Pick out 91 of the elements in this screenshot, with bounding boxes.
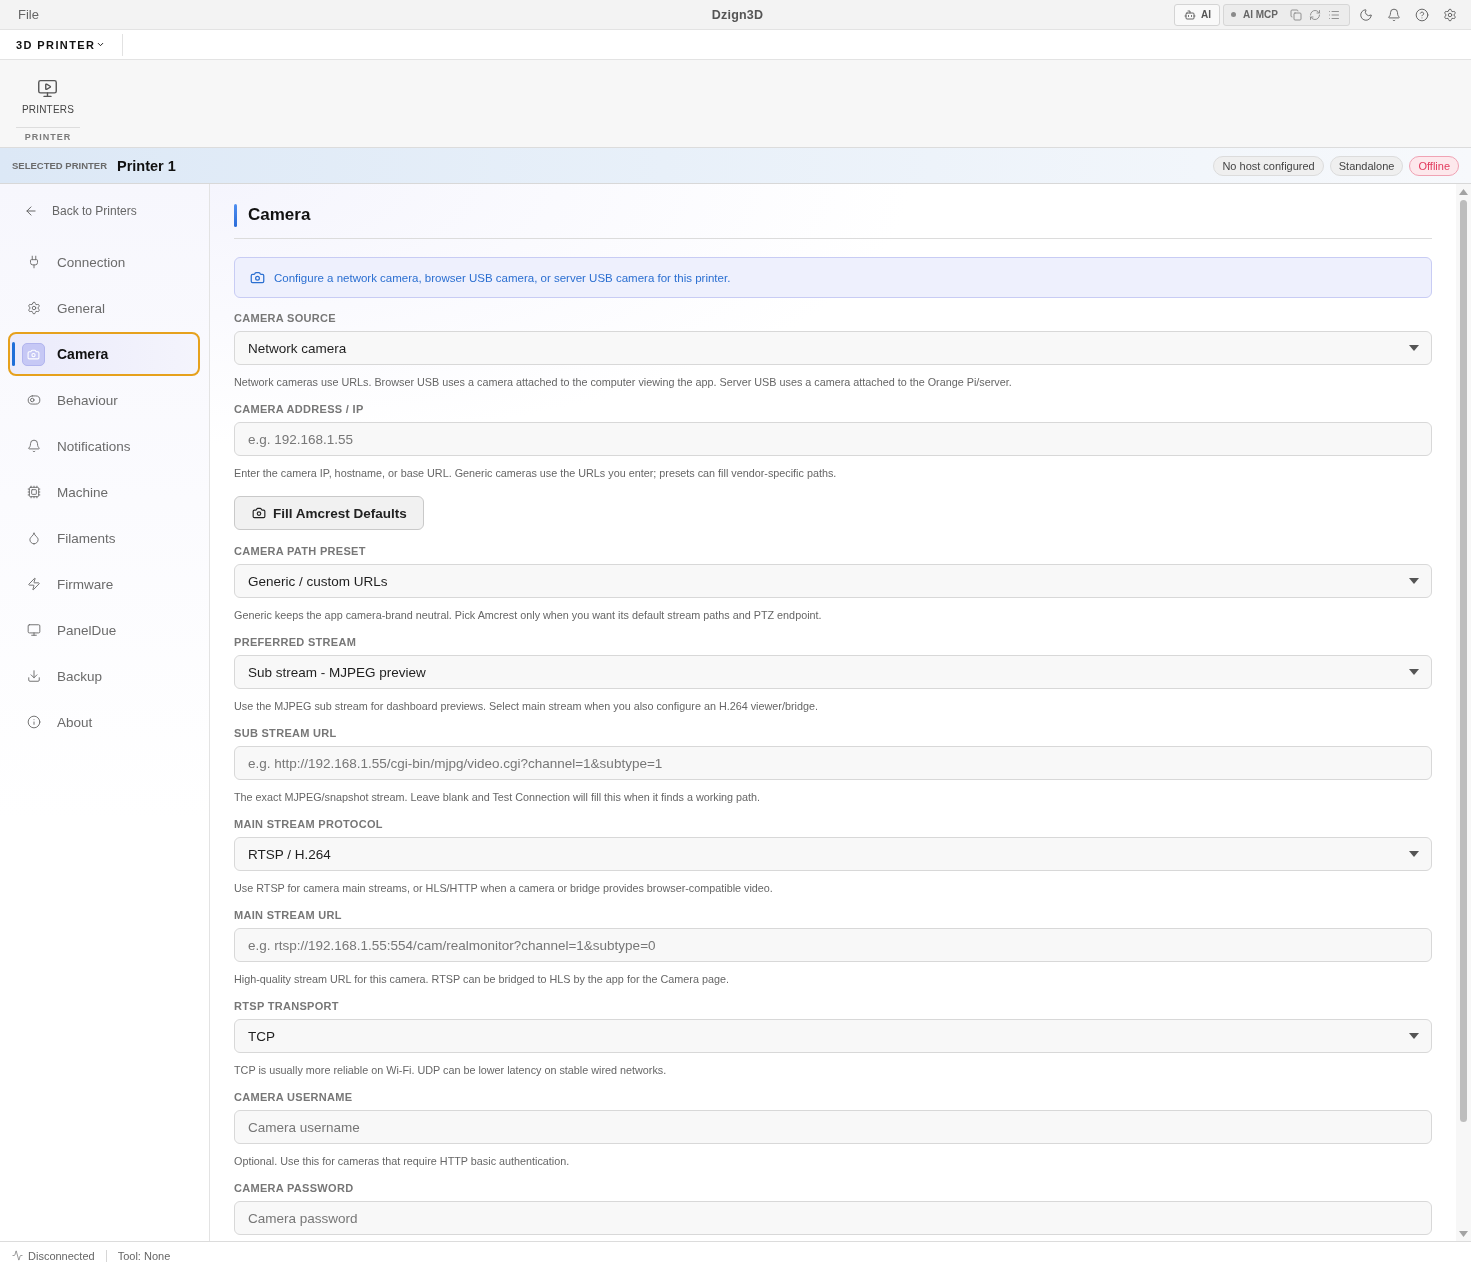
settings-icon[interactable] [1443,7,1457,22]
settings-icon [26,301,41,315]
sidebar-item[interactable]: Firmware [8,562,200,606]
help-text: Network cameras use URLs. Browser USB uses a camera attached to the computer viewing the app. Server USB uses a camera attached to the Orange Pi/server. [234,375,1013,389]
field-label: CAMERA SOURCE [234,312,337,325]
back-link[interactable]: Back to Printers [0,197,209,225]
chevron-down-icon [96,40,106,49]
sidebar-item[interactable]: Connection [8,240,200,284]
accent-bar [234,203,237,227]
caret-icon [1409,669,1419,675]
tool-status: Tool: None [117,1249,171,1262]
copy-icon[interactable] [1290,8,1302,21]
lightning-icon [26,577,41,591]
refresh-icon[interactable] [1309,8,1321,21]
input-field[interactable]: e.g. http://192.168.1.55/cgi-bin/mjpg/video.cgi?channel=1&subtype=1 [234,746,1432,780]
help-text: Optional. Use this for cameras that require HTTP basic authentication. [234,1154,571,1168]
help-text: High-quality stream URL for this camera. RTSP can be bridged to HLS by the app for the Camera page. [234,972,730,986]
fill-defaults-button[interactable]: Fill Amcrest Defaults [234,496,424,530]
field-label: PREFERRED STREAM [234,636,358,649]
caret-icon [1409,578,1419,584]
camera-icon [252,506,266,520]
help-text: Enter the camera IP, hostname, or base URL. Generic cameras use the URLs you enter; presets can fill vendor-specific paths. [234,466,838,480]
scroll-up-icon[interactable] [1459,189,1468,195]
help-text: Use RTSP for camera main streams, or HLS/HTTP when a camera or bridge provides browser-compatible video. [234,881,774,895]
status-badge: Offline [1409,155,1459,176]
file-menu[interactable]: File [18,7,39,22]
sidebar-item[interactable]: General [8,286,200,330]
mcp-label: AI MCP [1243,9,1278,20]
camera-icon [250,270,265,285]
field-label: CAMERA PATH PRESET [234,545,367,558]
status-badge: No host configured [1213,155,1324,176]
field-label: SUB STREAM URL [234,727,338,740]
moon-icon[interactable] [1359,7,1373,22]
select-field[interactable]: Generic / custom URLs [234,564,1432,598]
input-field[interactable]: e.g. rtsp://192.168.1.55:554/cam/realmonitor?channel=1&subtype=0 [234,928,1432,962]
selected-printer-label: SELECTED PRINTER [12,160,107,171]
monitor-icon [26,623,41,637]
sidebar-item[interactable]: Backup [8,654,200,698]
ai-button[interactable]: AI [1174,3,1220,26]
camera-icon [22,342,45,366]
sidebar-item[interactable]: PanelDue [8,608,200,652]
ribbon-button[interactable]: PRINTERS [17,76,79,118]
list-icon[interactable] [1328,8,1340,21]
window-title: Dzign3D [711,7,764,22]
sidebar-item[interactable]: Behaviour [8,378,200,422]
droplet-icon [26,531,41,545]
sidebar-item[interactable]: About [8,700,200,744]
workspace-menu[interactable]: 3D PRINTER [16,38,106,51]
input-field[interactable]: e.g. 192.168.1.55 [234,422,1432,456]
bell-icon [26,439,41,453]
sidebar-item[interactable]: Camera [8,332,200,376]
help-text: The exact MJPEG/snapshot stream. Leave blank and Test Connection will fill this when it finds a working path. [234,790,762,804]
status-badge: Standalone [1329,155,1404,176]
sidebar-item[interactable]: Notifications [8,424,200,468]
field-label: MAIN STREAM PROTOCOL [234,818,384,831]
select-field[interactable]: Sub stream - MJPEG preview [234,655,1432,689]
field-label: CAMERA USERNAME [234,1091,354,1104]
select-field[interactable]: Network camera [234,331,1432,365]
info-text: Configure a network camera, browser USB camera, or server USB camera for this printer. [274,271,731,284]
scrollbar-thumb[interactable] [1460,200,1467,1122]
info-icon [26,715,41,729]
toggle-icon [26,393,41,407]
chip-icon [26,485,41,499]
activity-icon [12,1250,23,1261]
scroll-down-icon[interactable] [1459,1231,1468,1237]
input-field[interactable]: Camera password [234,1201,1432,1235]
monitor-play-icon [37,78,59,99]
sidebar-item[interactable]: Filaments [8,516,200,560]
connection-status: Disconnected [28,1249,95,1262]
caret-icon [1409,1033,1419,1039]
robot-icon [1184,8,1196,21]
select-field[interactable]: TCP [234,1019,1432,1053]
caret-icon [1409,851,1419,857]
field-label: CAMERA PASSWORD [234,1182,355,1195]
sidebar-item[interactable]: Machine [8,470,200,514]
download-icon [26,669,41,683]
help-icon[interactable] [1415,7,1429,22]
help-text: TCP is usually more reliable on Wi-Fi. UDP can be lower latency on stable wired networks. [234,1063,668,1077]
field-label: CAMERA ADDRESS / IP [234,403,365,416]
select-field[interactable]: RTSP / H.264 [234,837,1432,871]
field-label: MAIN STREAM URL [234,909,343,922]
help-text: Generic keeps the app camera-brand neutral. Pick Amcrest only when you want its default stream paths and PTZ endpoint. [234,608,823,622]
printer-name: Printer 1 [117,157,176,174]
scrollbar[interactable] [1456,184,1471,1241]
help-text: Use the MJPEG sub stream for dashboard previews. Select main stream when you also configure an H.264 viewer/bridge. [234,699,819,713]
page-title: Camera [248,204,311,226]
bell-icon[interactable] [1387,7,1401,22]
input-field[interactable]: Camera username [234,1110,1432,1144]
ribbon-group-label: PRINTER [24,131,72,143]
field-label: RTSP TRANSPORT [234,1000,340,1013]
caret-icon [1409,345,1419,351]
